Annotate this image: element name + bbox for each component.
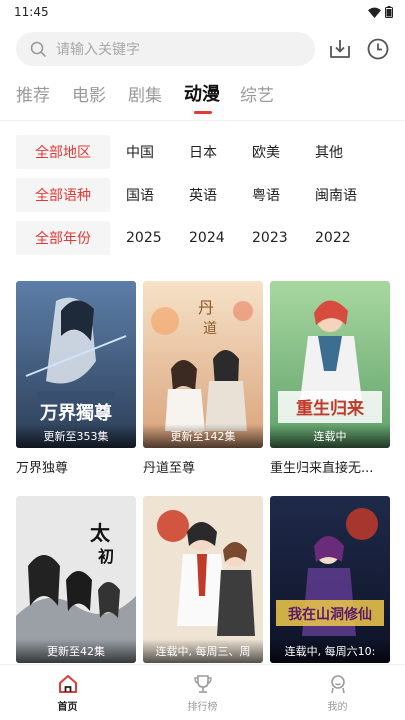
anime-card[interactable]: 重生归来 连载中 重生归来直接无... [270, 281, 390, 476]
filter-all-years[interactable]: 全部年份 [16, 221, 110, 255]
anime-card[interactable]: 丹 道 更新至142集 丹道至尊 [143, 281, 263, 476]
tab-variety[interactable]: 综艺 [240, 81, 296, 118]
anime-card[interactable]: 连载中, 每周三、周 [143, 496, 263, 672]
card-title: 万界独尊 [16, 461, 69, 476]
filter-option-region[interactable]: 中国 [126, 142, 173, 162]
episode-badge: 更新至142集 [143, 424, 263, 448]
filter-panel: 全部地区 中国 日本 欧美 其他 全部语种 国语 英语 粤语 闽南语 全部年份 … [0, 121, 405, 255]
filter-all-regions[interactable]: 全部地区 [16, 135, 110, 169]
nav-label: 排行榜 [187, 701, 218, 713]
poster-image: 丹 道 更新至142集 [143, 281, 263, 448]
filter-option-year[interactable]: 2025 [126, 230, 173, 246]
search-row: 请输入关键字 [0, 24, 405, 68]
episode-badge: 连载中, 每周三、周 [143, 639, 263, 663]
filter-option-year[interactable]: 2022 [315, 230, 362, 246]
filter-all-languages[interactable]: 全部语种 [16, 178, 110, 212]
svg-text:万界獨尊: 万界獨尊 [39, 402, 112, 424]
filter-option-region[interactable]: 欧美 [252, 142, 299, 162]
profile-icon [330, 674, 345, 693]
tab-series[interactable]: 剧集 [128, 81, 184, 118]
anime-card[interactable]: 太 初 更新至42集 [16, 496, 136, 672]
nav-ranking[interactable]: 排行榜 [153, 673, 253, 713]
status-icons [368, 6, 393, 18]
nav-profile[interactable]: 我的 [288, 673, 388, 713]
trophy-icon [193, 674, 212, 693]
episode-badge: 更新至353集 [16, 424, 136, 448]
svg-text:初: 初 [98, 547, 114, 566]
filter-option-language[interactable]: 英语 [189, 185, 236, 205]
search-placeholder: 请输入关键字 [56, 42, 140, 58]
poster-image: 我在山洞修仙 连载中, 每周六10: [270, 496, 390, 663]
status-bar: 11:45 [0, 0, 405, 24]
filter-row-region: 全部地区 中国 日本 欧美 其他 [16, 135, 389, 169]
bottom-nav: 首页 排行榜 我的 [0, 664, 405, 720]
filter-option-language[interactable]: 闽南语 [315, 185, 362, 205]
svg-text:太: 太 [90, 521, 111, 545]
filter-row-year: 全部年份 2025 2024 2023 2022 [16, 221, 389, 255]
tab-movies[interactable]: 电影 [72, 81, 128, 118]
battery-icon [385, 6, 393, 18]
poster-image: 连载中, 每周三、周 [143, 496, 263, 663]
poster-image: 重生归来 连载中 [270, 281, 390, 448]
svg-text:道: 道 [203, 321, 217, 337]
poster-image: 万界獨尊 更新至353集 [16, 281, 136, 448]
anime-card[interactable]: 万界獨尊 更新至353集 万界独尊 [16, 281, 136, 476]
filter-option-region[interactable]: 其他 [315, 142, 362, 162]
download-icon [330, 40, 350, 58]
svg-text:丹: 丹 [198, 298, 214, 317]
home-icon [58, 674, 77, 693]
filter-option-year[interactable]: 2023 [252, 230, 299, 246]
tab-recommend[interactable]: 推荐 [16, 81, 72, 118]
filter-row-language: 全部语种 国语 英语 粤语 闽南语 [16, 178, 389, 212]
filter-option-year[interactable]: 2024 [189, 230, 236, 246]
filter-option-region[interactable]: 日本 [189, 142, 236, 162]
tab-anime[interactable]: 动漫 [184, 80, 240, 118]
anime-card[interactable]: 我在山洞修仙 连载中, 每周六10: [270, 496, 390, 672]
filter-option-language[interactable]: 国语 [126, 185, 173, 205]
svg-text:我在山洞修仙: 我在山洞修仙 [288, 606, 372, 623]
svg-text:重生归来: 重生归来 [296, 398, 365, 419]
wifi-icon [368, 7, 381, 18]
history-icon [367, 38, 389, 60]
episode-badge: 更新至42集 [16, 639, 136, 663]
category-tabs: 推荐 电影 剧集 动漫 综艺 [0, 68, 405, 118]
nav-home[interactable]: 首页 [18, 673, 118, 713]
poster-image: 太 初 更新至42集 [16, 496, 136, 663]
search-input[interactable]: 请输入关键字 [16, 32, 315, 66]
nav-label: 我的 [327, 701, 348, 713]
card-title: 丹道至尊 [143, 461, 196, 476]
search-icon [30, 41, 46, 57]
download-button[interactable] [327, 36, 353, 62]
episode-badge: 连载中 [270, 424, 390, 448]
filter-option-language[interactable]: 粤语 [252, 185, 299, 205]
episode-badge: 连载中, 每周六10: [270, 639, 390, 663]
nav-label: 首页 [57, 701, 78, 713]
history-button[interactable] [365, 36, 391, 62]
card-title: 重生归来直接无... [270, 461, 374, 476]
status-time: 11:45 [14, 5, 49, 19]
